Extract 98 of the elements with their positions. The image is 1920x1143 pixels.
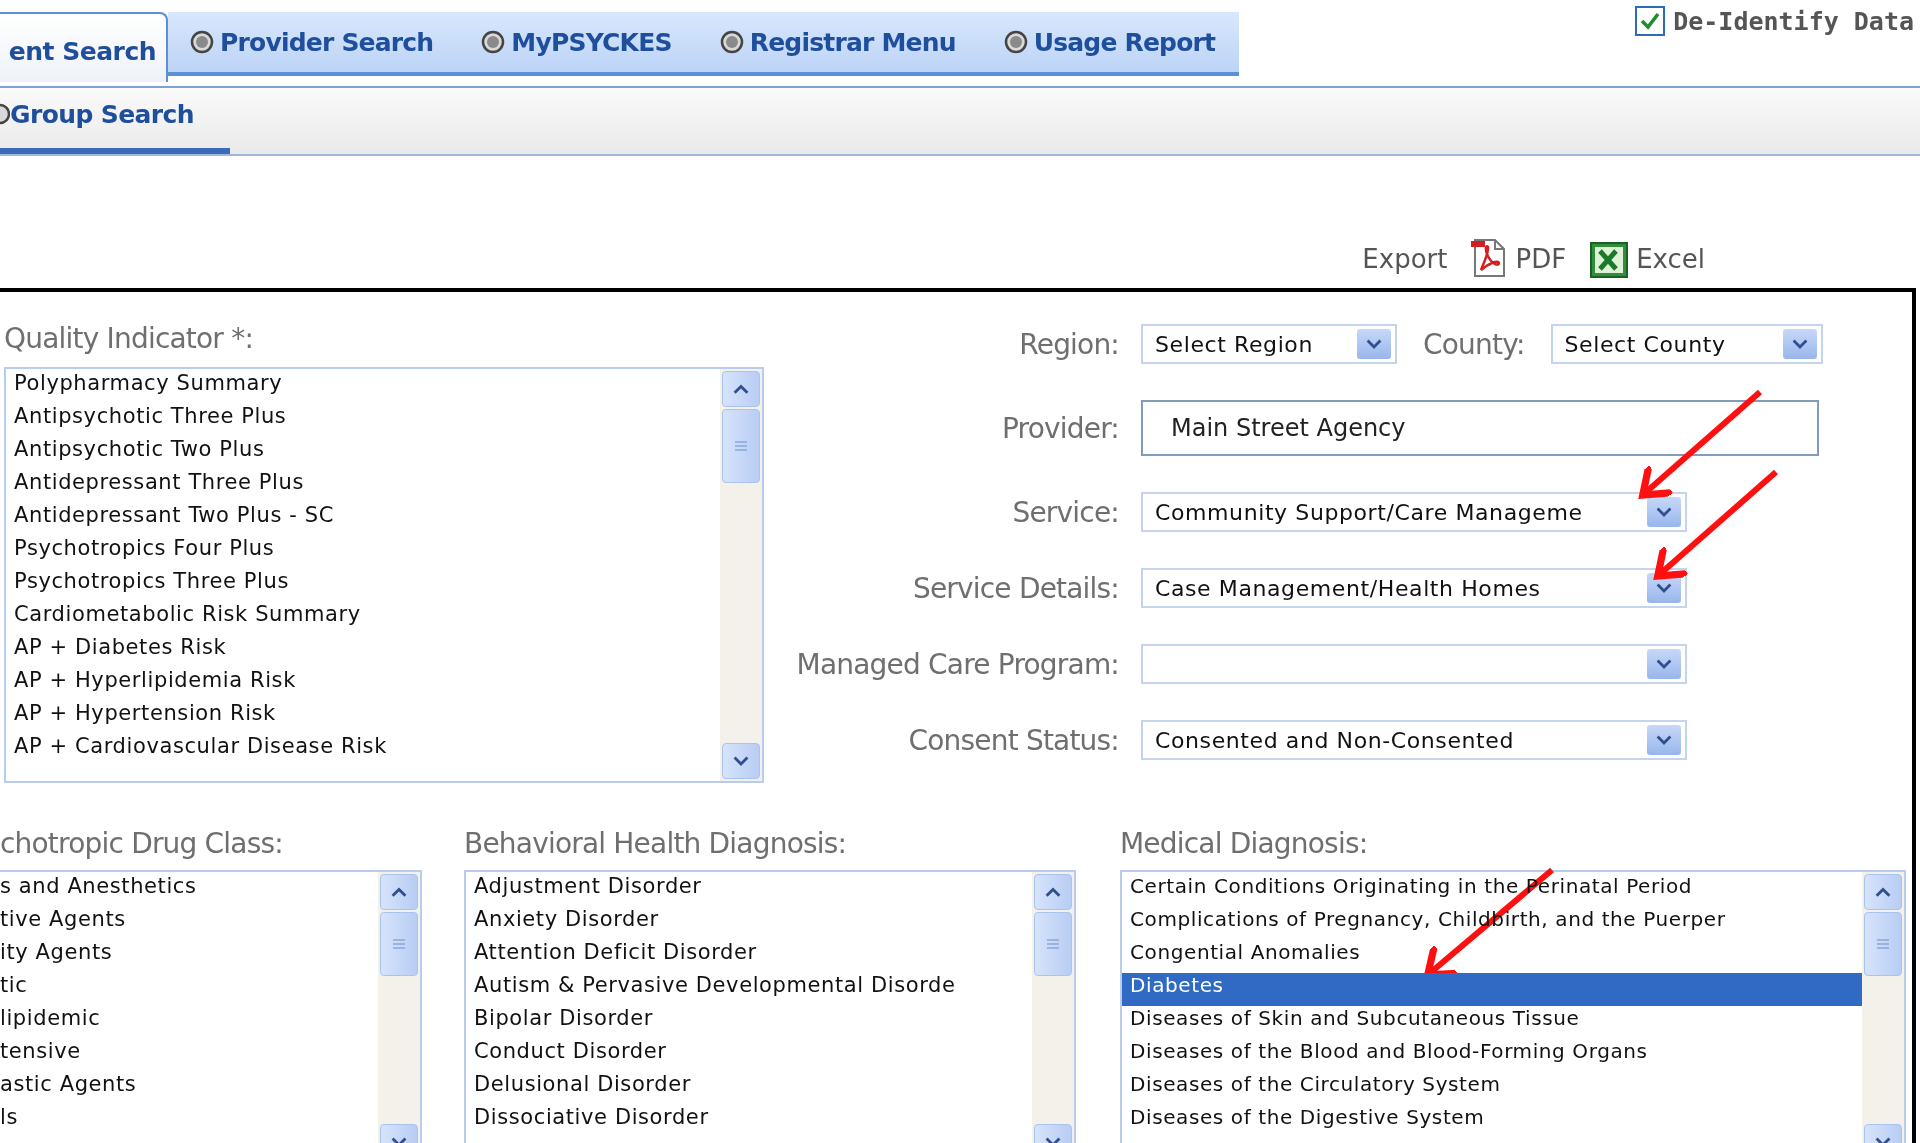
chevron-down-icon	[1656, 734, 1672, 746]
list-item[interactable]: Diseases of the Digestive System	[1122, 1105, 1862, 1138]
radio-icon	[190, 30, 214, 54]
chevron-down-icon	[1791, 338, 1808, 350]
scroll-up-button[interactable]	[380, 874, 418, 910]
scroll-up-button[interactable]	[1034, 874, 1072, 910]
list-item[interactable]: Diseases of the Blood and Blood-Forming Organs	[1122, 1039, 1862, 1072]
field-label: Service:	[1011, 495, 1119, 529]
list-item[interactable]: Bipolar Disorder	[466, 1006, 1032, 1039]
list-item[interactable]: Antipsychotic Three Plus	[6, 404, 720, 437]
de-identify-checkbox[interactable]: De-Identify Data	[1635, 6, 1914, 36]
scroll-up-button[interactable]	[1864, 874, 1902, 910]
list-item[interactable]: Adjustment Disorder	[466, 874, 1032, 907]
scrollbar-thumb[interactable]	[1034, 912, 1072, 976]
list-item[interactable]: tive Agents	[0, 907, 378, 940]
chevron-up-icon	[1045, 886, 1061, 898]
check-icon	[1640, 12, 1661, 30]
list-item[interactable]: lipidemic	[0, 1006, 378, 1039]
list-item[interactable]: tensive	[0, 1039, 378, 1072]
spreadsheet-icon	[1590, 242, 1629, 278]
nav-tab[interactable]: ent Search	[0, 12, 168, 82]
list-item[interactable]: Antidepressant Three Plus	[6, 470, 720, 503]
list-item[interactable]: Cardiometabolic Risk Summary	[6, 602, 720, 635]
list-item[interactable]: Psychotropics Four Plus	[6, 536, 720, 569]
grip-icon	[392, 937, 406, 951]
list-item[interactable]: AP + Hypertension Risk	[6, 701, 720, 734]
field-label: Behavioral Health Diagnosis:	[464, 827, 848, 860]
nav-tab[interactable]: MyPSYCKES	[477, 27, 676, 57]
pdf-file-icon	[1471, 238, 1508, 278]
grip-icon	[734, 439, 748, 453]
radio-icon	[0, 102, 10, 126]
list-item[interactable]: Diseases of Skin and Subcutaneous Tissue	[1122, 1006, 1862, 1039]
scrollbar-thumb[interactable]	[722, 409, 760, 483]
dropdown[interactable]: Community Support/Care Manageme	[1141, 492, 1687, 532]
chevron-down-icon	[1656, 658, 1672, 670]
list-item[interactable]: ity Agents	[0, 940, 378, 973]
chevron-up-icon	[391, 886, 407, 898]
dropdown[interactable]: Select County	[1550, 324, 1823, 364]
field-label: Managed Care Program:	[795, 647, 1119, 681]
field-label: Service Details:	[911, 571, 1119, 605]
list-item[interactable]: tic	[0, 973, 378, 1006]
list-item[interactable]: astic Agents	[0, 1072, 378, 1105]
list-item[interactable]: Diseases of the Circulatory System	[1122, 1072, 1862, 1105]
dropdown[interactable]: Consented and Non-Consented	[1141, 720, 1687, 760]
nav-tab[interactable]: Provider Search	[186, 27, 438, 57]
chevron-down-icon	[1656, 582, 1672, 594]
list-item[interactable]: Autism & Pervasive Developmental Disorde	[466, 973, 1032, 1006]
list-item[interactable]: Antipsychotic Two Plus	[6, 437, 720, 470]
scrollbar[interactable]	[720, 369, 762, 781]
list-item[interactable]: AP + Hyperlipidemia Risk	[6, 668, 720, 701]
field-label: Provider:	[1000, 411, 1119, 445]
field-label: Medical Diagnosis:	[1120, 827, 1369, 860]
radio-icon	[481, 30, 506, 54]
chevron-down-icon	[733, 755, 749, 767]
export-link[interactable]: PDF	[1471, 238, 1567, 278]
export-link[interactable]: Excel	[1590, 242, 1705, 278]
scroll-up-button[interactable]	[722, 371, 760, 407]
dropdown[interactable]: Select Region	[1141, 324, 1397, 364]
list-item[interactable]: Congential Anomalies	[1122, 940, 1862, 973]
grip-icon	[1046, 937, 1060, 951]
field-label: chotropic Drug Class:	[0, 827, 284, 860]
chevron-down-icon	[1366, 338, 1382, 350]
dropdown[interactable]: Case Management/Health Homes	[1141, 568, 1687, 608]
list-item[interactable]: Antidepressant Two Plus - SC	[6, 503, 720, 536]
list-item[interactable]: ls	[0, 1105, 378, 1138]
scrollbar[interactable]	[1862, 872, 1904, 1143]
radio-icon	[719, 30, 744, 54]
list-item[interactable]: Attention Deficit Disorder	[466, 940, 1032, 973]
list-item[interactable]: Polypharmacy Summary	[6, 371, 720, 404]
list-item[interactable]: s and Anesthetics	[0, 874, 378, 907]
scroll-down-button[interactable]	[722, 743, 760, 779]
chevron-up-icon	[733, 383, 749, 395]
radio-icon	[1003, 30, 1028, 54]
scrollbar-thumb[interactable]	[380, 912, 418, 976]
sub-tab[interactable]: Group Search	[0, 88, 230, 154]
scrollbar[interactable]	[1032, 872, 1074, 1143]
grip-icon	[1876, 937, 1890, 951]
export-label: Export	[1362, 244, 1448, 274]
list-item[interactable]: Diabetes	[1122, 973, 1862, 1006]
list-item[interactable]: Dissociative Disorder	[466, 1105, 1032, 1138]
list-item[interactable]: Psychotropics Three Plus	[6, 569, 720, 602]
field-label: Region:	[1018, 327, 1119, 361]
list-item[interactable]: AP + Diabetes Risk	[6, 635, 720, 668]
list-item[interactable]: Delusional Disorder	[466, 1072, 1032, 1105]
chevron-down-icon	[1656, 506, 1672, 518]
field-label: County:	[1423, 327, 1525, 361]
field-label: Quality Indicator *:	[4, 322, 255, 355]
list-item[interactable]: Anxiety Disorder	[466, 907, 1032, 940]
field-label: Consent Status:	[907, 723, 1119, 757]
nav-tab[interactable]: Registrar Menu	[715, 27, 960, 57]
nav-tab[interactable]: Usage Report	[999, 27, 1220, 57]
list-item[interactable]: Conduct Disorder	[466, 1039, 1032, 1072]
checkbox[interactable]	[1635, 6, 1666, 36]
scrollbar-thumb[interactable]	[1864, 912, 1902, 976]
chevron-up-icon	[1875, 886, 1891, 898]
provider-field[interactable]: Main Street Agency	[1141, 400, 1819, 456]
list-item[interactable]: AP + Cardiovascular Disease Risk	[6, 734, 720, 767]
scrollbar[interactable]	[378, 872, 420, 1143]
